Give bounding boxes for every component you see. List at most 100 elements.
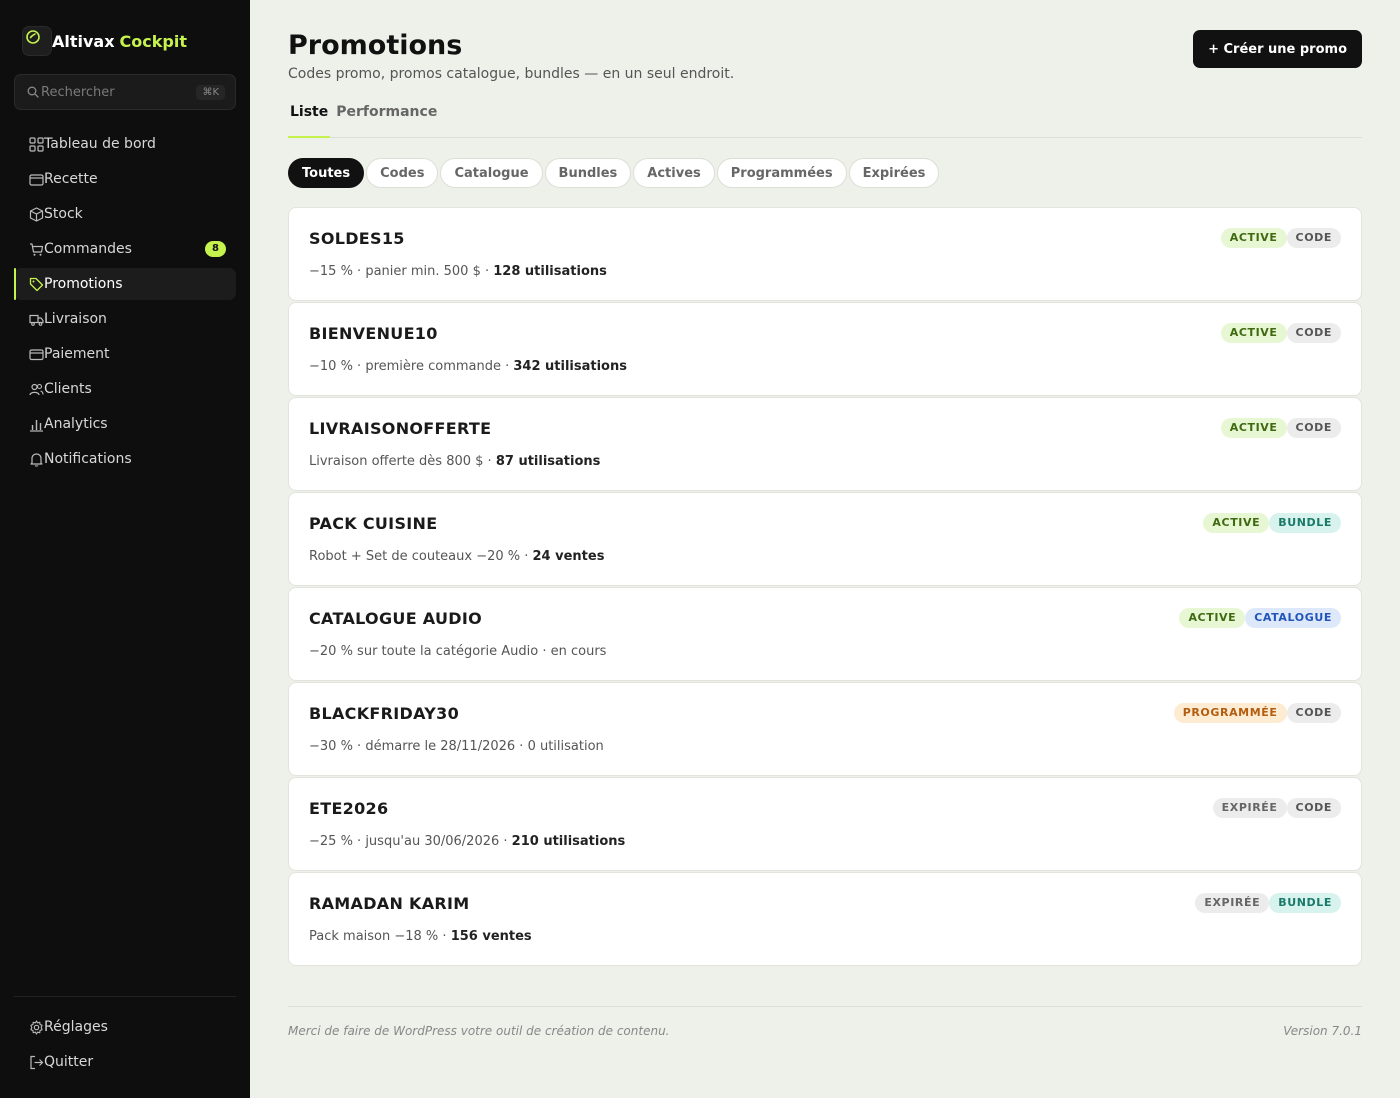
sidebar-item-label: Tableau de bord: [44, 136, 156, 152]
filter-actives[interactable]: Actives: [633, 158, 715, 188]
filter-bundles[interactable]: Bundles: [544, 158, 632, 188]
promotion-details: −20 % sur toute la catégorie Audio · en …: [309, 644, 607, 659]
footer-version: Version 7.0.1: [1283, 1024, 1362, 1038]
status-badge: ACTIVE: [1220, 228, 1287, 248]
sidebar-item-commandes[interactable]: Commandes 8: [14, 233, 236, 265]
credit-card-icon: [28, 346, 44, 362]
sidebar-bottom: Réglages Quitter: [14, 996, 236, 1078]
promotion-details: −25 % · jusqu'au 30/06/2026 ·: [309, 834, 512, 849]
box-icon: [28, 206, 44, 222]
promotion-description: −15 % · panier min. 500 $ · 128 utilisat…: [309, 264, 607, 279]
promotion-code: BLACKFRIDAY30: [309, 704, 460, 723]
page-footer: Merci de faire de WordPress votre outil …: [288, 1006, 1362, 1038]
sidebar-item-reglages[interactable]: Réglages: [14, 1011, 236, 1043]
sidebar-item-label: Livraison: [44, 311, 107, 327]
status-badge: PROGRAMMÉE: [1173, 703, 1287, 723]
sidebar-item-livraison[interactable]: Livraison: [14, 303, 236, 335]
tab-performance[interactable]: Performance: [334, 104, 439, 137]
sidebar-item-quitter[interactable]: Quitter: [14, 1046, 236, 1078]
page-title: Promotions: [288, 30, 463, 61]
filter-expirees[interactable]: Expirées: [848, 158, 940, 188]
sidebar-item-paiement[interactable]: Paiement: [14, 338, 236, 370]
footer-credit: Merci de faire de WordPress votre outil …: [288, 1024, 670, 1038]
sidebar-item-notifications[interactable]: Notifications: [14, 443, 236, 475]
promotion-description: Pack maison −18 % · 156 ventes: [309, 929, 532, 944]
promotion-badges: ACTIVE BUNDLE: [1203, 513, 1341, 533]
filter-toutes[interactable]: Toutes: [288, 158, 365, 188]
page-heading: Promotions Codes promo, promos catalogue…: [288, 30, 734, 82]
sidebar-item-clients[interactable]: Clients: [14, 373, 236, 405]
create-promo-button[interactable]: + Créer une promo: [1193, 30, 1362, 68]
promotion-usage: 128 utilisations: [493, 264, 607, 279]
brand-name: Altivax Cockpit: [52, 32, 187, 51]
sidebar-item-analytics[interactable]: Analytics: [14, 408, 236, 440]
status-badge: EXPIRÉE: [1195, 893, 1270, 913]
promotion-badges: ACTIVE CODE: [1220, 418, 1341, 438]
promotion-card[interactable]: ETE2026 −25 % · jusqu'au 30/06/2026 · 21…: [288, 777, 1362, 871]
type-badge: CODE: [1286, 703, 1341, 723]
filter-programmees[interactable]: Programmées: [716, 158, 847, 188]
sidebar-item-stock[interactable]: Stock: [14, 198, 236, 230]
brand[interactable]: Altivax Cockpit: [14, 24, 236, 58]
sidebar-item-label: Paiement: [44, 346, 110, 362]
status-badge: ACTIVE: [1220, 323, 1287, 343]
promotion-card[interactable]: BIENVENUE10 −10 % · première commande · …: [288, 302, 1362, 396]
type-badge: CODE: [1286, 228, 1341, 248]
promotion-details: −15 % · panier min. 500 $ ·: [309, 264, 494, 279]
type-badge: CODE: [1286, 418, 1341, 438]
tabs: Liste Performance: [288, 104, 1362, 138]
search-box[interactable]: ⌘K: [14, 74, 236, 110]
sidebar-item-label: Commandes: [44, 241, 132, 257]
sidebar-item-label: Notifications: [44, 451, 132, 467]
search-icon: [27, 85, 41, 99]
promotion-card[interactable]: RAMADAN KARIM Pack maison −18 % · 156 ve…: [288, 872, 1362, 966]
promotion-card[interactable]: PACK CUISINE Robot + Set de couteaux −20…: [288, 492, 1362, 586]
brand-name-main: Altivax: [52, 31, 115, 51]
promotion-details: Pack maison −18 % ·: [309, 929, 451, 944]
promotion-code: PACK CUISINE: [309, 514, 438, 533]
promotion-usage: 156 ventes: [450, 929, 532, 944]
main-content: Promotions Codes promo, promos catalogue…: [250, 0, 1400, 1098]
status-badge: ACTIVE: [1179, 608, 1246, 628]
type-badge: BUNDLE: [1269, 513, 1341, 533]
promotion-description: −20 % sur toute la catégorie Audio · en …: [309, 644, 606, 659]
search-shortcut: ⌘K: [196, 84, 225, 100]
promotion-badges: ACTIVE CATALOGUE: [1179, 608, 1341, 628]
type-badge: CODE: [1286, 323, 1341, 343]
promotion-badges: PROGRAMMÉE CODE: [1173, 703, 1341, 723]
promotion-badges: EXPIRÉE BUNDLE: [1195, 893, 1341, 913]
promotion-usage: 87 utilisations: [495, 454, 601, 469]
sidebar-item-label: Analytics: [44, 416, 108, 432]
sidebar-item-tableau-de-bord[interactable]: Tableau de bord: [14, 128, 236, 160]
sidebar-item-promotions[interactable]: Promotions: [14, 268, 236, 300]
sidebar-nav: Tableau de bord Recette Stock Commandes …: [14, 128, 236, 475]
status-badge: ACTIVE: [1203, 513, 1270, 533]
users-icon: [28, 381, 44, 397]
promotion-list: SOLDES15 −15 % · panier min. 500 $ · 128…: [288, 207, 1362, 966]
promotion-description: −30 % · démarre le 28/11/2026 · 0 utilis…: [309, 739, 604, 754]
promotion-code: LIVRAISONOFFERTE: [309, 419, 492, 438]
filter-codes[interactable]: Codes: [366, 158, 439, 188]
promotion-card[interactable]: CATALOGUE AUDIO −20 % sur toute la catég…: [288, 587, 1362, 681]
promotion-description: −10 % · première commande · 342 utilisat…: [309, 359, 627, 374]
truck-icon: [28, 311, 44, 327]
filter-catalogue[interactable]: Catalogue: [440, 158, 543, 188]
search-input[interactable]: [41, 84, 197, 100]
sidebar-item-recette[interactable]: Recette: [14, 163, 236, 195]
sidebar-item-label: Clients: [44, 381, 92, 397]
tab-liste[interactable]: Liste: [288, 104, 331, 138]
promotion-description: Robot + Set de couteaux −20 % · 24 vente…: [309, 549, 604, 564]
promotion-card[interactable]: SOLDES15 −15 % · panier min. 500 $ · 128…: [288, 207, 1362, 301]
status-badge: ACTIVE: [1220, 418, 1287, 438]
promotion-usage: 24 ventes: [532, 549, 605, 564]
status-badge: EXPIRÉE: [1212, 798, 1287, 818]
promotion-code: SOLDES15: [309, 229, 405, 248]
promotion-code: CATALOGUE AUDIO: [309, 609, 483, 628]
logout-icon: [28, 1054, 44, 1070]
promotion-card[interactable]: LIVRAISONOFFERTE Livraison offerte dès 8…: [288, 397, 1362, 491]
gauge-icon: [22, 26, 52, 56]
promotion-code: RAMADAN KARIM: [309, 894, 470, 913]
promotion-description: Livraison offerte dès 800 $ · 87 utilisa…: [309, 454, 600, 469]
orders-count-badge: 8: [205, 241, 226, 257]
promotion-card[interactable]: BLACKFRIDAY30 −30 % · démarre le 28/11/2…: [288, 682, 1362, 776]
